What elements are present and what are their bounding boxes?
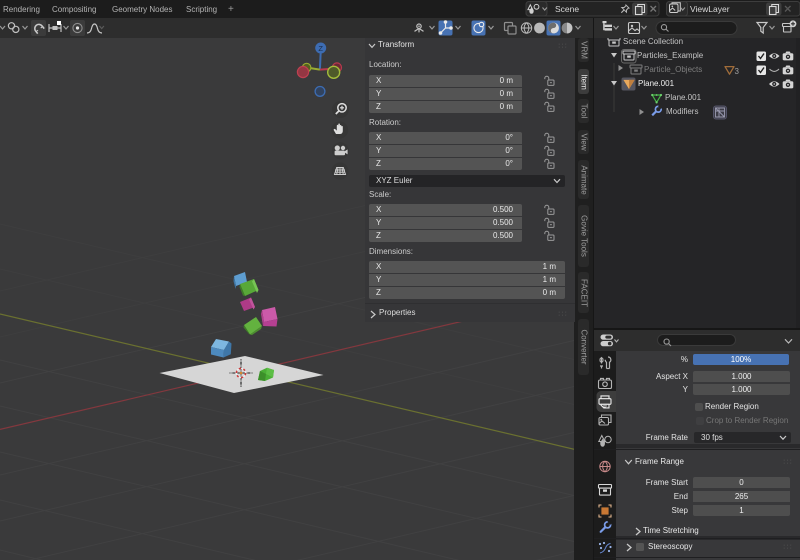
svg-text:ViewLayer: ViewLayer <box>690 4 730 14</box>
svg-text:Scene: Scene <box>555 4 579 14</box>
svg-text:Z: Z <box>318 44 323 53</box>
